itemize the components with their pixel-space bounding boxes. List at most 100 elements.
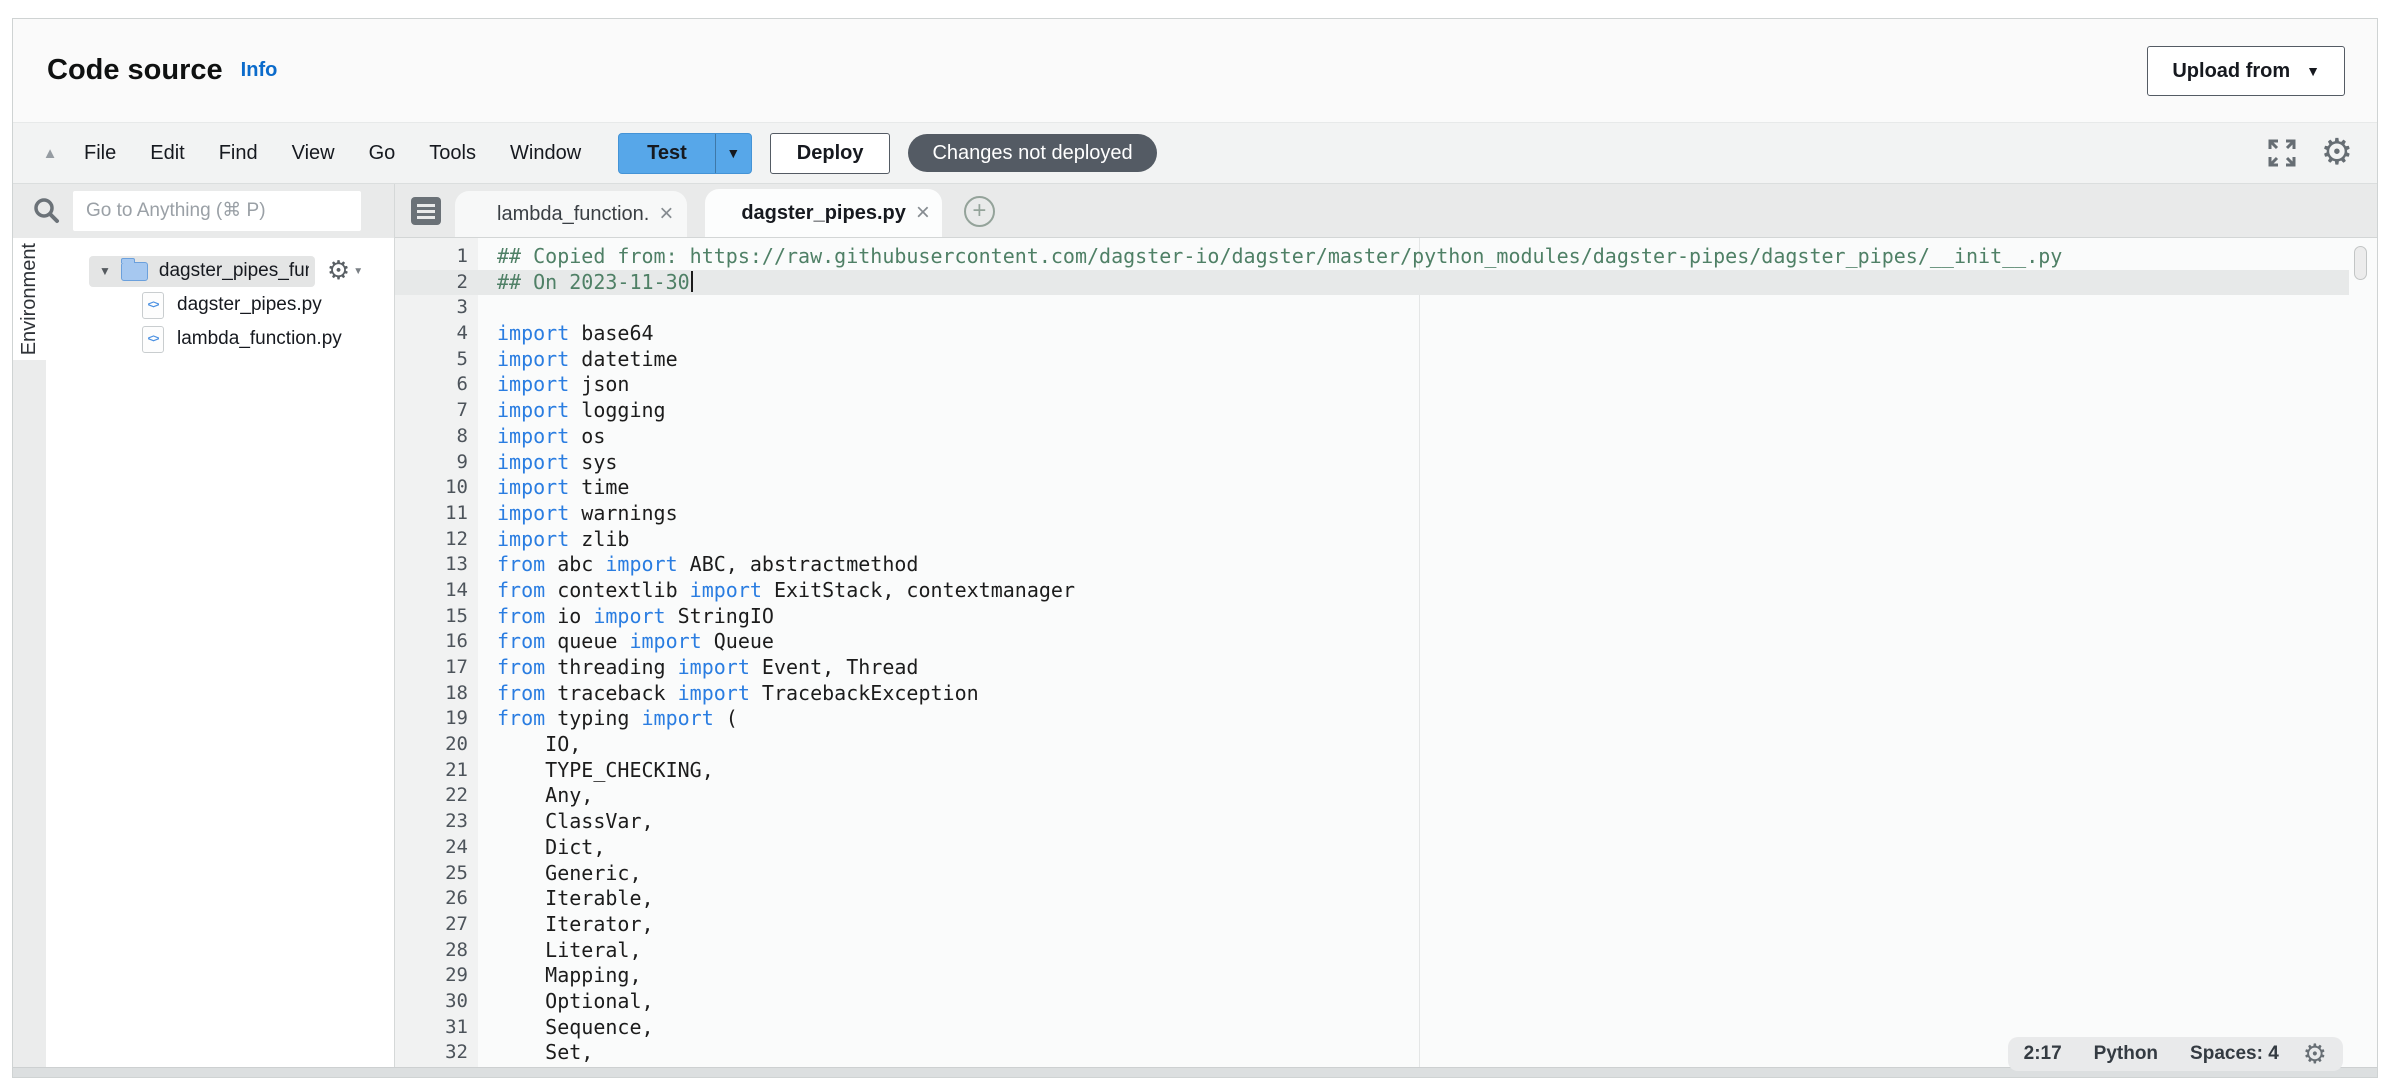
- line-number[interactable]: 16: [395, 629, 478, 655]
- code-line[interactable]: 7import logging: [395, 398, 2349, 424]
- code-text: import time: [497, 475, 629, 501]
- code-line[interactable]: 14from contextlib import ExitStack, cont…: [395, 578, 2349, 604]
- menu-edit[interactable]: Edit: [133, 142, 201, 165]
- code-line[interactable]: 8import os: [395, 424, 2349, 450]
- fullscreen-icon[interactable]: [2267, 138, 2297, 168]
- line-number[interactable]: 29: [395, 963, 478, 989]
- upload-from-button[interactable]: Upload from ▼: [2147, 46, 2345, 96]
- line-number[interactable]: 21: [395, 758, 478, 784]
- code-text: import json: [497, 372, 629, 398]
- search-input[interactable]: [73, 191, 361, 231]
- line-number[interactable]: 4: [395, 321, 478, 347]
- tab-environment[interactable]: Environment: [13, 238, 46, 360]
- line-number[interactable]: 9: [395, 450, 478, 476]
- line-number[interactable]: 26: [395, 886, 478, 912]
- code-line[interactable]: 26 Iterable,: [395, 886, 2349, 912]
- code-line[interactable]: 12import zlib: [395, 527, 2349, 553]
- code-line[interactable]: 6 import json: [395, 372, 2349, 398]
- close-tab-icon[interactable]: ×: [916, 199, 930, 227]
- code-line[interactable]: 10 import time: [395, 475, 2349, 501]
- cursor-position[interactable]: 2:17: [2024, 1043, 2062, 1065]
- line-number[interactable]: 32: [395, 1040, 478, 1066]
- line-number[interactable]: 13: [395, 552, 478, 578]
- line-number[interactable]: 28: [395, 938, 478, 964]
- code-line[interactable]: 17from threading import Event, Thread: [395, 655, 2349, 681]
- code-line[interactable]: 24 Dict,: [395, 835, 2349, 861]
- line-number[interactable]: 5: [395, 347, 478, 373]
- deploy-button[interactable]: Deploy: [770, 133, 891, 174]
- code-line[interactable]: 21 TYPE_CHECKING,: [395, 758, 2349, 784]
- line-number[interactable]: 22: [395, 783, 478, 809]
- line-number[interactable]: 1: [395, 244, 478, 270]
- code-line[interactable]: 16from queue import Queue: [395, 629, 2349, 655]
- indentation-setting[interactable]: Spaces: 4: [2190, 1043, 2279, 1065]
- code-line[interactable]: 25 Generic,: [395, 861, 2349, 887]
- menu-view[interactable]: View: [275, 142, 352, 165]
- code-line[interactable]: 27 Iterator,: [395, 912, 2349, 938]
- language-mode[interactable]: Python: [2094, 1043, 2158, 1065]
- line-number[interactable]: 27: [395, 912, 478, 938]
- line-number[interactable]: 11: [395, 501, 478, 527]
- line-number[interactable]: 8: [395, 424, 478, 450]
- code-line[interactable]: 18from traceback import TracebackExcepti…: [395, 681, 2349, 707]
- code-line[interactable]: 1## Copied from: https://raw.githubuserc…: [395, 244, 2349, 270]
- tree-file-lambda-function[interactable]: <> lambda_function.py: [46, 322, 394, 356]
- menu-find[interactable]: Find: [202, 142, 275, 165]
- line-number[interactable]: 23: [395, 809, 478, 835]
- line-number[interactable]: 15: [395, 604, 478, 630]
- line-number[interactable]: 14: [395, 578, 478, 604]
- environment-strip: Environment: [13, 238, 46, 1077]
- new-tab-button[interactable]: +: [964, 196, 995, 227]
- line-number[interactable]: 10: [395, 475, 478, 501]
- code-line[interactable]: 15from io import StringIO: [395, 604, 2349, 630]
- info-link[interactable]: Info: [241, 59, 278, 82]
- line-number[interactable]: 17: [395, 655, 478, 681]
- tree-folder[interactable]: ▼ dagster_pipes_funct: [89, 256, 315, 287]
- line-number[interactable]: 7: [395, 398, 478, 424]
- close-tab-icon[interactable]: ×: [659, 200, 673, 228]
- tree-file-dagster-pipes[interactable]: <> dagster_pipes.py: [46, 288, 394, 322]
- code-line[interactable]: 5import datetime: [395, 347, 2349, 373]
- open-files-list-icon[interactable]: [411, 197, 441, 225]
- test-button[interactable]: Test: [619, 134, 715, 173]
- tab-dagster-pipes[interactable]: dagster_pipes.py ×: [705, 189, 942, 237]
- menu-tools[interactable]: Tools: [412, 142, 493, 165]
- code-line[interactable]: 4import base64: [395, 321, 2349, 347]
- statusbar-gear-icon[interactable]: ⚙: [2303, 1041, 2327, 1068]
- code-editor[interactable]: 1## Copied from: https://raw.githubuserc…: [395, 238, 2377, 1077]
- code-line[interactable]: 23 ClassVar,: [395, 809, 2349, 835]
- code-line[interactable]: 30 Optional,: [395, 989, 2349, 1015]
- folder-expand-icon[interactable]: ▼: [99, 264, 111, 278]
- code-line[interactable]: 29 Mapping,: [395, 963, 2349, 989]
- line-number[interactable]: 31: [395, 1015, 478, 1041]
- line-number[interactable]: 30: [395, 989, 478, 1015]
- line-number[interactable]: 25: [395, 861, 478, 887]
- test-split-button[interactable]: Test ▼: [618, 133, 752, 174]
- code-line[interactable]: 22 Any,: [395, 783, 2349, 809]
- line-number[interactable]: 24: [395, 835, 478, 861]
- line-number[interactable]: 2: [395, 270, 478, 296]
- code-line[interactable]: 20 IO,: [395, 732, 2349, 758]
- code-line[interactable]: 11import warnings: [395, 501, 2349, 527]
- line-number[interactable]: 3: [395, 295, 478, 321]
- code-line[interactable]: 19from typing import (: [395, 706, 2349, 732]
- line-number[interactable]: 6: [395, 372, 478, 398]
- code-line[interactable]: 28 Literal,: [395, 938, 2349, 964]
- code-line[interactable]: 9import sys: [395, 450, 2349, 476]
- line-number[interactable]: 12: [395, 527, 478, 553]
- tree-settings-button[interactable]: ⚙ ▼: [327, 258, 363, 284]
- collapse-panel-icon[interactable]: ▲: [33, 145, 67, 162]
- menu-file[interactable]: File: [67, 142, 133, 165]
- settings-gear-icon[interactable]: ⚙: [2321, 135, 2353, 171]
- code-line[interactable]: 13from abc import ABC, abstractmethod: [395, 552, 2349, 578]
- line-number[interactable]: 19: [395, 706, 478, 732]
- vertical-scrollbar[interactable]: [2354, 246, 2367, 280]
- menu-go[interactable]: Go: [352, 142, 413, 165]
- line-number[interactable]: 18: [395, 681, 478, 707]
- line-number[interactable]: 20: [395, 732, 478, 758]
- test-dropdown-icon[interactable]: ▼: [715, 134, 751, 173]
- code-line[interactable]: 2## On 2023-11-30: [395, 270, 2349, 296]
- tab-lambda-function[interactable]: lambda_function. ×: [455, 191, 687, 237]
- menu-window[interactable]: Window: [493, 142, 598, 165]
- code-line[interactable]: 3: [395, 295, 2349, 321]
